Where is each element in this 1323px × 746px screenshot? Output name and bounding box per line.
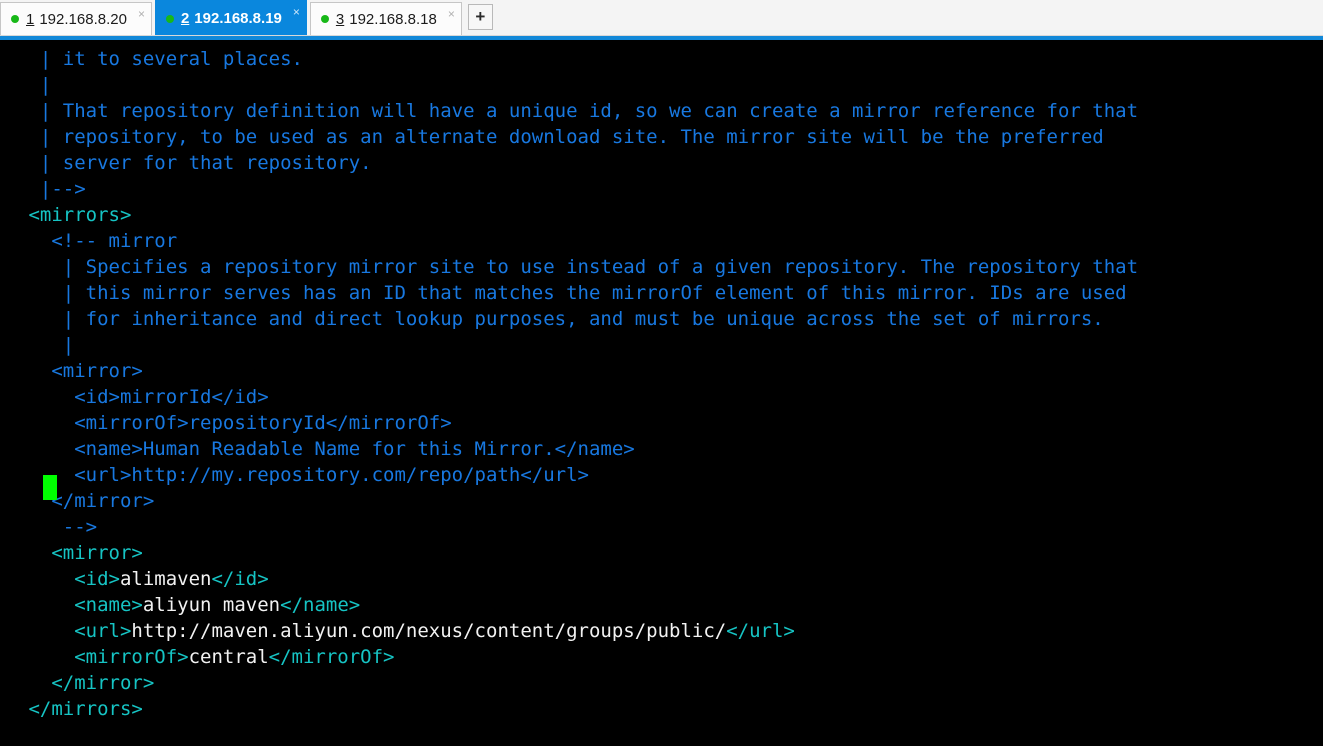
terminal-span-cmt: --> xyxy=(17,516,98,538)
tab-2[interactable]: 2 192.168.8.19 × xyxy=(154,0,307,35)
new-tab-button[interactable]: + xyxy=(467,4,493,30)
terminal-span-cmt: <mirrorOf>repositoryId</mirrorOf> xyxy=(17,412,452,434)
terminal-span-tag: <url> xyxy=(17,620,132,642)
terminal-line: <mirror> xyxy=(17,540,1138,566)
terminal-span-cmt: | this mirror serves has an ID that matc… xyxy=(17,282,1127,304)
terminal-span-cmt: | it to several places. xyxy=(17,48,303,70)
terminal-span-tag: <mirrorOf> xyxy=(17,646,189,668)
close-icon[interactable]: × xyxy=(293,6,300,18)
terminal-span-cmt: </mirror> xyxy=(17,490,155,512)
terminal-span-cmt: | xyxy=(17,74,52,96)
tab-address-label: 192.168.8.19 xyxy=(194,10,282,27)
terminal-span-txt: http://maven.aliyun.com/nexus/content/gr… xyxy=(131,620,727,642)
terminal-line: </mirror> xyxy=(17,488,1138,514)
tab-1[interactable]: 1 192.168.8.20 × xyxy=(0,2,152,35)
terminal-span-cmt: | That repository definition will have a… xyxy=(17,100,1139,122)
terminal-span-cmt: |--> xyxy=(17,178,86,200)
terminal-line: |--> xyxy=(17,176,1138,202)
terminal-span-tag: </mirror> xyxy=(17,672,155,694)
tab-index-label: 3 xyxy=(335,10,345,28)
close-icon[interactable]: × xyxy=(138,8,145,20)
terminal-line: | this mirror serves has an ID that matc… xyxy=(17,280,1138,306)
tab-index-label: 2 xyxy=(180,10,190,27)
tab-3[interactable]: 3 192.168.8.18 × xyxy=(309,2,462,35)
terminal-span-tag: <name> xyxy=(17,594,143,616)
terminal-cursor xyxy=(43,475,57,500)
tab-address-label: 192.168.8.20 xyxy=(39,10,127,28)
terminal-span-tag: </name> xyxy=(280,594,361,616)
terminal-span-txt: alimaven xyxy=(119,568,212,590)
terminal-line: <name>Human Readable Name for this Mirro… xyxy=(17,436,1138,462)
terminal-line: <id>alimaven</id> xyxy=(17,566,1138,592)
terminal-line: | server for that repository. xyxy=(17,150,1138,176)
terminal-line: | for inheritance and direct lookup purp… xyxy=(17,306,1138,332)
terminal-line: </mirrors> xyxy=(17,696,1138,722)
terminal-line: <mirrorOf>repositoryId</mirrorOf> xyxy=(17,410,1138,436)
tab-strip: 1 192.168.8.20 × 2 192.168.8.19 × 3 192.168.8.1… xyxy=(0,0,462,35)
tab-bar: 1 192.168.8.20 × 2 192.168.8.19 × 3 192.168.8.1… xyxy=(0,0,1323,36)
terminal-line: <mirror> xyxy=(17,358,1138,384)
terminal-line: <mirrorOf>central</mirrorOf> xyxy=(17,644,1138,670)
connected-dot-icon xyxy=(165,14,174,23)
connected-dot-icon xyxy=(11,15,19,23)
terminal-span-tag: <mirror> xyxy=(17,542,143,564)
terminal-span-tag: <mirrors> xyxy=(17,204,132,226)
terminal-span-cmt: | repository, to be used as an alternate… xyxy=(17,126,1104,148)
terminal-line: <url>http://my.repository.com/repo/path<… xyxy=(17,462,1138,488)
close-icon[interactable]: × xyxy=(448,8,455,20)
connected-dot-icon xyxy=(320,15,329,23)
terminal-span-cmt: | server for that repository. xyxy=(17,152,372,174)
terminal-span-tag: </id> xyxy=(211,568,269,590)
terminal-span-cmt: <mirror> xyxy=(17,360,143,382)
terminal-span-cmt: <!-- mirror xyxy=(17,230,178,252)
terminal-span-tag: </url> xyxy=(726,620,795,642)
terminal-line: <name>aliyun maven</name> xyxy=(17,592,1138,618)
terminal-line: | it to several places. xyxy=(17,46,1138,72)
terminal-span-cmt: | Specifies a repository mirror site to … xyxy=(17,256,1139,278)
terminal-text-buffer: | it to several places. | | That reposit… xyxy=(17,46,1138,722)
terminal-span-txt: central xyxy=(188,646,269,668)
terminal-span-tag: </mirrorOf> xyxy=(268,646,395,668)
tab-bar-empty-space xyxy=(492,0,1323,35)
terminal-line: | xyxy=(17,72,1138,98)
terminal-span-txt: aliyun maven xyxy=(142,594,281,616)
terminal-span-tag: <id> xyxy=(17,568,120,590)
tab-address-label: 192.168.8.18 xyxy=(349,10,437,28)
terminal-span-cmt: <id>mirrorId</id> xyxy=(17,386,269,408)
terminal-span-cmt: <name>Human Readable Name for this Mirro… xyxy=(17,438,635,460)
terminal-line: <id>mirrorId</id> xyxy=(17,384,1138,410)
terminal-line: <!-- mirror xyxy=(17,228,1138,254)
terminal-pane[interactable]: | it to several places. | | That reposit… xyxy=(0,40,1323,746)
terminal-line: <url>http://maven.aliyun.com/nexus/conte… xyxy=(17,618,1138,644)
terminal-line: | xyxy=(17,332,1138,358)
terminal-line: | That repository definition will have a… xyxy=(17,98,1138,124)
terminal-span-cmt: <url>http://my.repository.com/repo/path<… xyxy=(17,464,589,486)
terminal-line: | repository, to be used as an alternate… xyxy=(17,124,1138,150)
terminal-line: | Specifies a repository mirror site to … xyxy=(17,254,1138,280)
terminal-line: <mirrors> xyxy=(17,202,1138,228)
tab-index-label: 1 xyxy=(26,10,35,28)
terminal-line: </mirror> xyxy=(17,670,1138,696)
terminal-line: --> xyxy=(17,514,1138,540)
terminal-span-cmt: | xyxy=(17,334,75,356)
terminal-span-cmt: | for inheritance and direct lookup purp… xyxy=(17,308,1104,330)
terminal-span-tag: </mirrors> xyxy=(17,698,143,720)
